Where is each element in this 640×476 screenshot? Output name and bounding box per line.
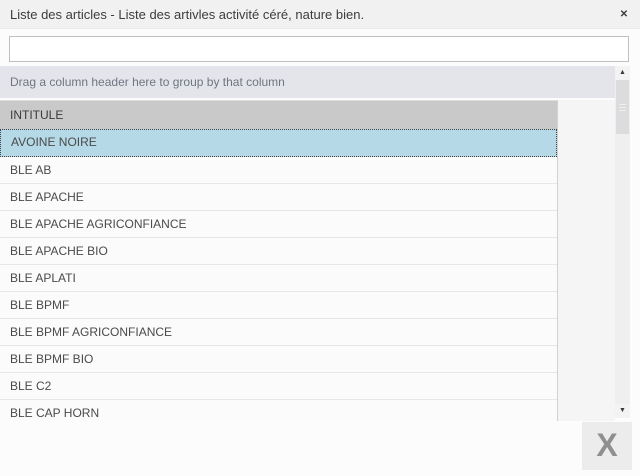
list-item[interactable]: BLE APACHE AGRICONFIANCE [0, 211, 557, 238]
list-item[interactable]: BLE APACHE [0, 184, 557, 211]
group-by-hint: Drag a column header here to group by th… [0, 66, 615, 98]
grid-rows: AVOINE NOIREBLE ABBLE APACHEBLE APACHE A… [0, 129, 557, 421]
scrollbar-thumb[interactable] [616, 80, 629, 134]
titlebar: Liste des articles - Liste des artivles … [0, 0, 640, 29]
scrollbar-grip-icon [619, 104, 626, 111]
list-item[interactable]: BLE C2 [0, 373, 557, 400]
close-dialog-button[interactable]: X [582, 422, 632, 470]
group-by-drop-zone[interactable]: Drag a column header here to group by th… [0, 66, 615, 98]
column-header-intitule[interactable]: INTITULE [0, 100, 557, 129]
list-item[interactable]: BLE APLATI [0, 265, 557, 292]
list-item[interactable]: BLE BPMF BIO [0, 346, 557, 373]
list-item[interactable]: BLE APACHE BIO [0, 238, 557, 265]
list-item[interactable]: BLE BPMF AGRICONFIANCE [0, 319, 557, 346]
page-title: Liste des articles - Liste des artivles … [10, 0, 364, 29]
vertical-scrollbar[interactable]: ▲ ▼ [615, 66, 630, 418]
close-icon[interactable]: ✕ [615, 0, 633, 29]
list-item[interactable]: BLE BPMF [0, 292, 557, 319]
articles-list-dialog: Liste des articles - Liste des artivles … [0, 0, 640, 476]
scroll-up-icon[interactable]: ▲ [615, 66, 630, 80]
list-item[interactable]: BLE CAP HORN [0, 400, 557, 421]
list-item[interactable]: BLE AB [0, 157, 557, 184]
list-item[interactable]: AVOINE NOIRE [0, 129, 557, 157]
grid-empty-area [557, 100, 615, 421]
search-input[interactable] [9, 36, 629, 62]
scroll-down-icon[interactable]: ▼ [615, 404, 630, 418]
